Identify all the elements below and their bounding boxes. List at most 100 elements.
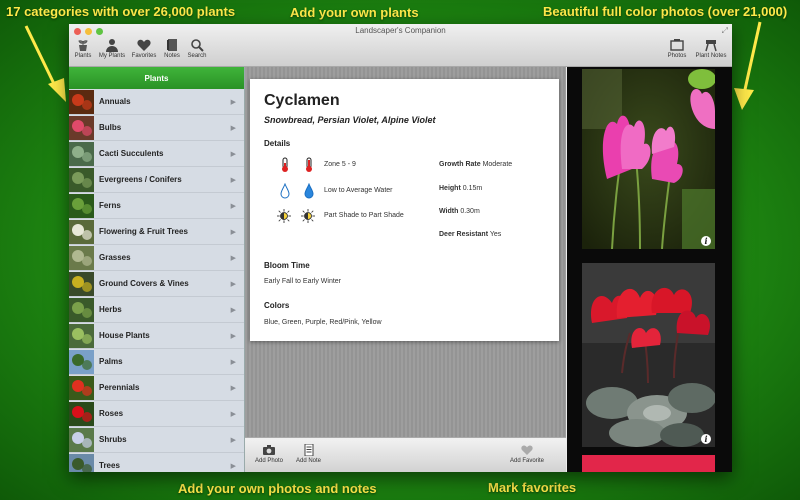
sidebar-item-roses[interactable]: Roses ▶ [69, 401, 244, 427]
sidebar-item-palms[interactable]: Palms ▶ [69, 349, 244, 375]
part-shade-icon-2 [301, 209, 315, 223]
toolbar-photos-label: Photos [667, 53, 687, 59]
title-bar: Landscaper's Companion ⤢ Plants My Plant… [69, 24, 732, 67]
category-thumbnail [69, 89, 94, 114]
toolbar-photos-button[interactable]: Photos [662, 38, 692, 59]
deer-resistant: Deer Resistant Yes [439, 231, 501, 238]
sidebar-item-flowering-fruit-trees[interactable]: Flowering & Fruit Trees ▶ [69, 219, 244, 245]
plant-detail-card: Cyclamen Snowbread, Persian Violet, Alpi… [250, 79, 559, 341]
deer-resistant-label: Deer Resistant [439, 231, 489, 238]
width-label: Width [439, 208, 459, 215]
add-note-label: Add Note [296, 458, 322, 464]
details-heading: Details [264, 139, 291, 148]
category-thumbnail [69, 271, 94, 296]
chevron-right-icon: ▶ [230, 306, 236, 314]
height-label: Height [439, 185, 461, 192]
sidebar-item-ferns[interactable]: Ferns ▶ [69, 193, 244, 219]
sidebar-item-trees[interactable]: Trees ▶ [69, 453, 244, 472]
sidebar-item-label: Evergreens / Conifers [99, 175, 182, 184]
colors-heading: Colors [264, 301, 290, 310]
growth-rate: Growth Rate Moderate [439, 161, 512, 168]
category-thumbnail [69, 245, 94, 270]
category-thumbnail [69, 323, 94, 348]
category-thumbnail [69, 141, 94, 166]
toolbar-plant-notes-label: Plant Notes [695, 53, 727, 59]
chevron-right-icon: ▶ [230, 384, 236, 392]
add-favorite-button[interactable]: Add Favorite [510, 444, 544, 464]
sidebar-item-label: House Plants [99, 331, 150, 340]
sidebar-item-perennials[interactable]: Perennials ▶ [69, 375, 244, 401]
sidebar-item-label: Ferns [99, 201, 121, 210]
fullscreen-icon[interactable]: ⤢ [722, 26, 728, 36]
sidebar-item-label: Ground Covers & Vines [99, 279, 189, 288]
toolbar-my-plants-button[interactable]: My Plants [97, 38, 127, 59]
photo-2-info-icon[interactable]: i [701, 434, 711, 444]
width: Width 0.30m [439, 208, 480, 215]
category-thumbnail [69, 349, 94, 374]
category-thumbnail [69, 453, 94, 472]
toolbar-search-button[interactable]: Search [182, 38, 212, 59]
category-thumbnail [69, 375, 94, 400]
heart-icon [137, 39, 151, 51]
sidebar-item-evergreens-conifers[interactable]: Evergreens / Conifers ▶ [69, 167, 244, 193]
arrow-right-icon [734, 21, 762, 110]
toolbar-plant-notes-button[interactable]: Plant Notes [695, 38, 727, 59]
toolbar-plants-button[interactable]: Plants [69, 38, 98, 59]
chevron-right-icon: ▶ [230, 176, 236, 184]
toolbar-notes-label: Notes [164, 53, 180, 59]
window-title: Landscaper's Companion [355, 26, 446, 35]
thermometer-low-icon [282, 157, 288, 172]
plant-photo-3[interactable] [582, 455, 715, 472]
sidebar-item-label: Bulbs [99, 123, 122, 132]
part-shade-icon [277, 209, 291, 223]
add-photo-label: Add Photo [255, 458, 284, 464]
plant-pot-icon [78, 40, 88, 51]
plant-synonyms: Snowbread, Persian Violet, Alpine Violet [264, 115, 436, 125]
width-value: 0.30m [460, 208, 480, 215]
water-drop-empty-icon [280, 183, 290, 199]
sidebar-item-label: Shrubs [99, 435, 127, 444]
add-photo-button[interactable]: Add Photo [255, 444, 283, 464]
photo-strip: i i [567, 67, 732, 472]
caption-categories: 17 categories with over 26,000 plants [6, 4, 236, 19]
sidebar-item-label: Grasses [99, 253, 131, 262]
camera-icon [263, 445, 276, 455]
notebook-icon [167, 39, 177, 51]
arrow-left-icon [24, 25, 66, 102]
caption-add-plants: Add your own plants [290, 5, 419, 20]
add-note-button[interactable]: Add Note [296, 444, 321, 464]
bloom-time-heading: Bloom Time [264, 261, 310, 270]
plant-photo-2[interactable]: i [582, 263, 716, 447]
sidebar-item-cacti-succulents[interactable]: Cacti Succulents ▶ [69, 141, 244, 167]
detail-pane: Cyclamen Snowbread, Persian Violet, Alpi… [245, 67, 566, 472]
sidebar-item-herbs[interactable]: Herbs ▶ [69, 297, 244, 323]
sidebar-item-bulbs[interactable]: Bulbs ▶ [69, 115, 244, 141]
sidebar-item-grasses[interactable]: Grasses ▶ [69, 245, 244, 271]
toolbar-favorites-button[interactable]: Favorites [129, 38, 159, 59]
plant-notes-icon [705, 40, 717, 52]
sidebar-item-label: Herbs [99, 305, 122, 314]
sidebar-item-shrubs[interactable]: Shrubs ▶ [69, 427, 244, 453]
app-window: Landscaper's Companion ⤢ Plants My Plant… [69, 24, 732, 472]
chevron-right-icon: ▶ [230, 124, 236, 132]
person-icon [106, 39, 118, 52]
category-list: Annuals ▶ Bulbs ▶ Cacti Succulents ▶ Evergreen… [69, 89, 244, 472]
chevron-right-icon: ▶ [230, 150, 236, 158]
sidebar-item-house-plants[interactable]: House Plants ▶ [69, 323, 244, 349]
chevron-right-icon: ▶ [230, 254, 236, 262]
sidebar-item-label: Flowering & Fruit Trees [99, 227, 188, 236]
sidebar-item-label: Roses [99, 409, 124, 418]
heart-outline-icon [521, 445, 533, 455]
sidebar-item-ground-covers-vines[interactable]: Ground Covers & Vines ▶ [69, 271, 244, 297]
photos-icon [670, 39, 684, 51]
bloom-time-value: Early Fall to Early Winter [264, 278, 342, 285]
sidebar-item-annuals[interactable]: Annuals ▶ [69, 89, 244, 115]
photo-1-info-icon[interactable]: i [701, 236, 711, 246]
growth-rate-label: Growth Rate [439, 161, 481, 168]
category-thumbnail [69, 219, 94, 244]
chevron-right-icon: ▶ [230, 202, 236, 210]
sidebar-item-label: Trees [99, 461, 120, 470]
plant-photo-1[interactable]: i [582, 69, 716, 250]
sidebar-header: Plants [69, 67, 244, 89]
chevron-right-icon: ▶ [230, 228, 236, 236]
